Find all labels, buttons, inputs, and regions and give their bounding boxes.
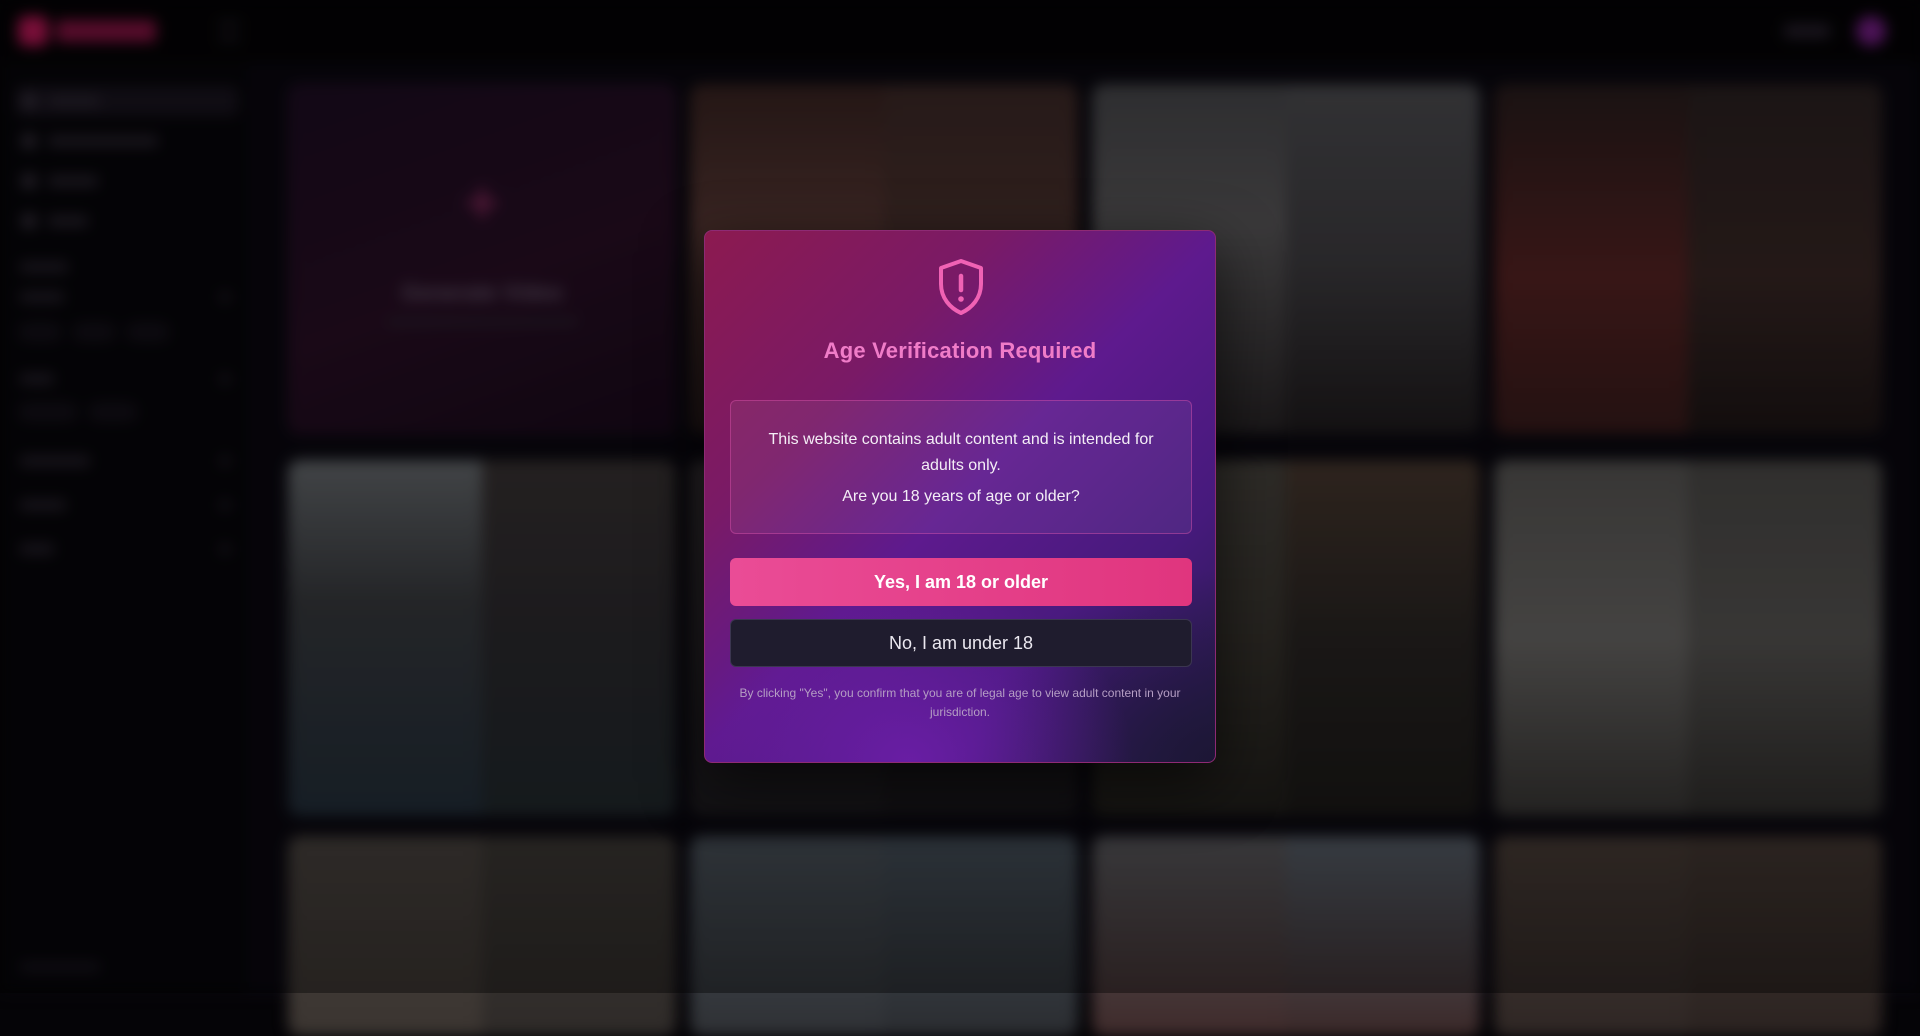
content-notice: This website contains adult content and …: [730, 400, 1192, 534]
notice-text: This website contains adult content and …: [751, 427, 1171, 479]
age-verification-modal: Age Verification Required This website c…: [704, 230, 1216, 763]
age-question: Are you 18 years of age or older?: [731, 488, 1191, 506]
shield-alert-icon: [935, 257, 987, 317]
deny-age-button[interactable]: No, I am under 18: [730, 619, 1192, 667]
modal-title: Age Verification Required: [705, 338, 1215, 364]
legal-disclaimer: By clicking "Yes", you confirm that you …: [729, 684, 1191, 722]
confirm-age-button[interactable]: Yes, I am 18 or older: [730, 558, 1192, 606]
